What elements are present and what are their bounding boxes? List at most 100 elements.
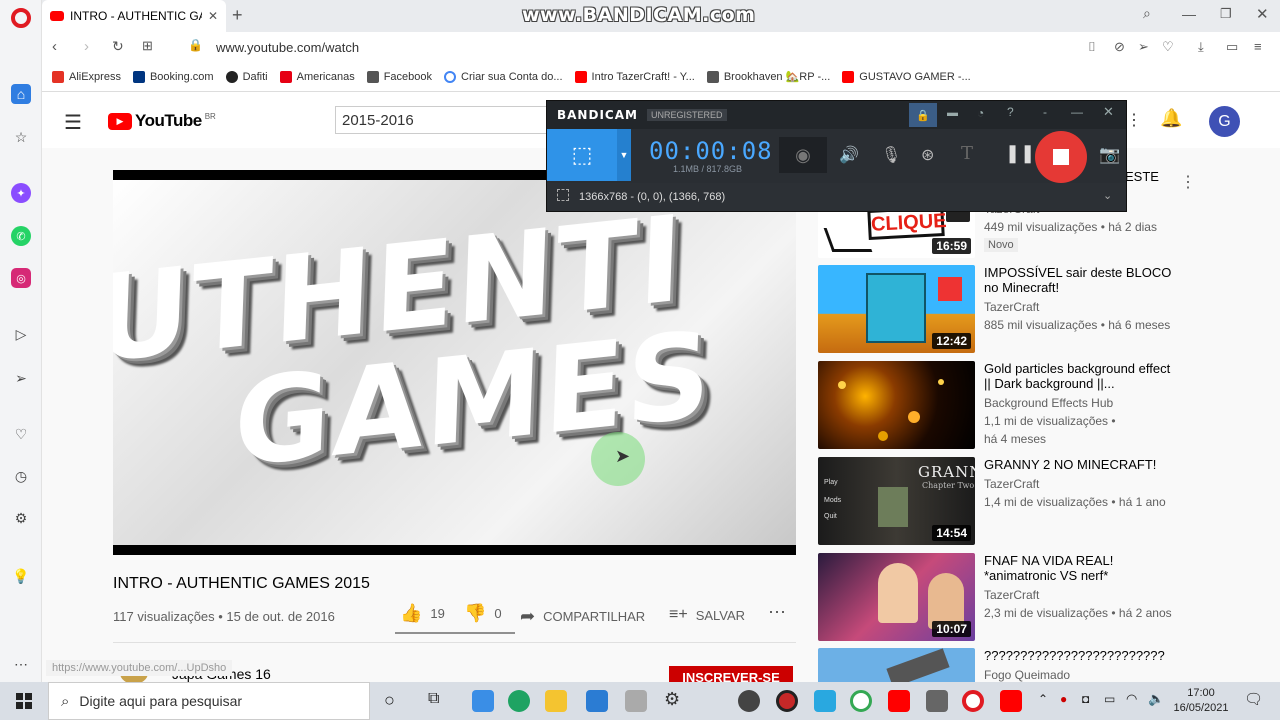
search-tabs-icon[interactable]: ⌕ xyxy=(1143,5,1151,22)
chevron-down-icon[interactable]: ⌄ xyxy=(1103,189,1112,202)
battery-icon[interactable]: ▭ xyxy=(1104,692,1115,706)
task-view-icon[interactable]: ⧉ xyxy=(428,690,439,708)
tray-icon[interactable]: ◘ xyxy=(1082,692,1089,706)
screenshot-icon[interactable]: 📷 xyxy=(1099,145,1120,165)
mail-icon[interactable] xyxy=(586,690,608,712)
bookmark-gustavo-gamer[interactable]: GUSTAVO GAMER -... xyxy=(842,70,971,83)
close-window-button[interactable]: ✕ xyxy=(1256,5,1269,23)
send-icon[interactable]: ➢ xyxy=(1138,39,1149,55)
media-icon[interactable] xyxy=(738,690,760,712)
list-item[interactable]: Gold particles background effect || Dark… xyxy=(818,361,1178,451)
pause-icon[interactable]: ❚❚ xyxy=(1005,143,1035,164)
list-item[interactable]: GRANNY Chapter Two Play Mods Quit 14:54 … xyxy=(818,457,1178,547)
bookmark-google[interactable]: Criar sua Conta do... xyxy=(444,70,563,83)
taskbar-search-box[interactable]: ⌕ Digite aqui para pesquisar xyxy=(48,682,370,720)
adblock-icon[interactable]: ⊘ xyxy=(1114,39,1125,55)
subscribe-button[interactable]: INSCREVER-SE xyxy=(669,666,793,682)
recording-tray-icon[interactable]: ● xyxy=(1060,692,1067,706)
instagram-icon[interactable]: ◎ xyxy=(11,268,31,288)
text-overlay-icon[interactable]: T xyxy=(961,143,973,164)
cursor-effect-icon[interactable]: ⊛ xyxy=(921,145,934,165)
youtube-taskbar-icon[interactable] xyxy=(888,690,910,712)
bookmark-intro-tazercraft[interactable]: Intro TazerCraft! - Y... xyxy=(574,70,695,83)
more-actions-icon[interactable]: ⋯ xyxy=(768,602,786,623)
close-icon[interactable]: ✕ xyxy=(1103,104,1114,120)
bookmark-americanas[interactable]: Americanas xyxy=(279,70,355,83)
hamburger-menu-icon[interactable]: ☰ xyxy=(64,110,82,135)
tabs-grid-icon[interactable]: ⊞ xyxy=(142,38,153,54)
app-icon-blue[interactable] xyxy=(472,690,494,712)
more-icon[interactable]: ⋯ xyxy=(11,654,31,674)
windows-start-icon[interactable] xyxy=(16,693,32,709)
forward-icon[interactable]: › xyxy=(84,38,89,55)
search-input[interactable]: 2015-2016 xyxy=(335,106,550,134)
collapse-icon[interactable]: — xyxy=(1071,105,1083,119)
new-tab-button[interactable]: + xyxy=(232,5,243,26)
stop-button[interactable] xyxy=(1035,131,1087,183)
camera-icon[interactable]: ⌷ xyxy=(1088,39,1096,55)
heart-icon[interactable]: ♡ xyxy=(11,424,31,444)
bandicam-taskbar-icon[interactable] xyxy=(776,690,798,712)
home-icon[interactable]: ⌂ xyxy=(11,84,31,104)
restore-button[interactable]: ❐ xyxy=(1220,6,1232,22)
bookmark-dafiti[interactable]: Dafiti xyxy=(225,70,268,83)
youtube-logo[interactable]: ▶ YouTube BR xyxy=(108,111,216,131)
history-icon[interactable]: ◷ xyxy=(11,466,31,486)
rec-menu-icon[interactable]: ⋮ xyxy=(1180,172,1196,192)
bookmark-brookhaven[interactable]: Brookhaven 🏡RP -... xyxy=(706,70,830,83)
app-icon-cyan[interactable] xyxy=(814,690,836,712)
minimize-button[interactable]: — xyxy=(1182,6,1196,22)
maps-icon[interactable] xyxy=(850,690,872,712)
edge-icon[interactable] xyxy=(508,690,530,712)
battery-icon[interactable]: ▭ xyxy=(1226,39,1238,55)
screen-mode-button[interactable]: ⬚ xyxy=(547,129,617,181)
webcam-icon[interactable]: ◉ xyxy=(779,137,827,173)
volume-icon[interactable]: 🔈 xyxy=(1148,691,1164,707)
bookmark-booking[interactable]: Booking.com xyxy=(132,70,214,83)
lock-icon[interactable]: 🔒 xyxy=(909,103,937,127)
player-icon[interactable]: ▷ xyxy=(11,324,31,344)
close-tab-icon[interactable]: ✕ xyxy=(208,9,218,23)
bookmark-aliexpress[interactable]: AliExpress xyxy=(52,70,121,83)
like-button[interactable]: 👍 19 xyxy=(400,603,445,624)
messenger-icon[interactable]: ✦ xyxy=(11,183,31,203)
apps-icon[interactable]: ⋮ xyxy=(1126,110,1142,130)
video-player[interactable]: UTHENTI GAMES ➤ xyxy=(113,170,796,555)
heart-icon[interactable]: ♡ xyxy=(1162,39,1174,55)
menu-icon[interactable]: ≡ xyxy=(1254,39,1262,54)
opera-taskbar-icon[interactable] xyxy=(962,690,984,712)
clock[interactable]: 17:00 16/05/2021 xyxy=(1172,686,1230,716)
tab-youtube[interactable]: INTRO - AUTHENTIC GAMES ✕ xyxy=(42,0,226,32)
dislike-button[interactable]: 👎 0 xyxy=(464,603,502,624)
url-field[interactable]: www.youtube.com/watch xyxy=(216,40,359,55)
tray-chevron-icon[interactable]: ⌃ xyxy=(1038,692,1048,706)
whatsapp-icon[interactable]: ✆ xyxy=(11,226,31,246)
save-button[interactable]: ≡+ SALVAR xyxy=(669,606,745,624)
back-icon[interactable]: ‹ xyxy=(52,38,57,55)
list-item[interactable]: 12:42 IMPOSSÍVEL sair deste BLOCO no Min… xyxy=(818,265,1178,355)
camera-app-icon[interactable] xyxy=(926,690,948,712)
bookmark-facebook[interactable]: Facebook xyxy=(366,70,432,83)
notifications-bell-icon[interactable]: 🔔 xyxy=(1160,108,1182,129)
microphone-icon[interactable]: 🎙 xyxy=(881,145,901,165)
clock-icon[interactable]: ◔ xyxy=(977,106,984,120)
folder-icon[interactable]: ▬ xyxy=(947,107,958,119)
send-icon[interactable]: ➢ xyxy=(11,368,31,388)
minimize-icon[interactable]: - xyxy=(1043,105,1047,119)
list-item[interactable]: ????????????????????????? Fogo Queimado xyxy=(818,648,1178,682)
file-explorer-icon[interactable] xyxy=(545,690,567,712)
download-icon[interactable]: ⤓ xyxy=(1198,39,1204,55)
avatar[interactable]: G xyxy=(1209,106,1240,137)
settings-icon[interactable]: ⚙ xyxy=(11,508,31,528)
speaker-icon[interactable]: 🔊 xyxy=(839,145,859,165)
share-button[interactable]: ➦ COMPARTILHAR xyxy=(520,606,645,627)
youtube-taskbar-icon[interactable] xyxy=(1000,690,1022,712)
list-item[interactable]: 10:07 FNAF NA VIDA REAL! *animatronic VS… xyxy=(818,553,1178,643)
cortana-icon[interactable]: ○ xyxy=(384,690,395,711)
opera-logo-icon[interactable] xyxy=(11,8,31,28)
help-icon[interactable]: ? xyxy=(1007,105,1014,119)
settings-icon[interactable]: ⚙ xyxy=(664,689,680,710)
reload-icon[interactable]: ↻ xyxy=(112,38,124,55)
mode-dropdown-icon[interactable]: ▼ xyxy=(617,129,631,181)
star-icon[interactable]: ☆ xyxy=(11,127,31,147)
